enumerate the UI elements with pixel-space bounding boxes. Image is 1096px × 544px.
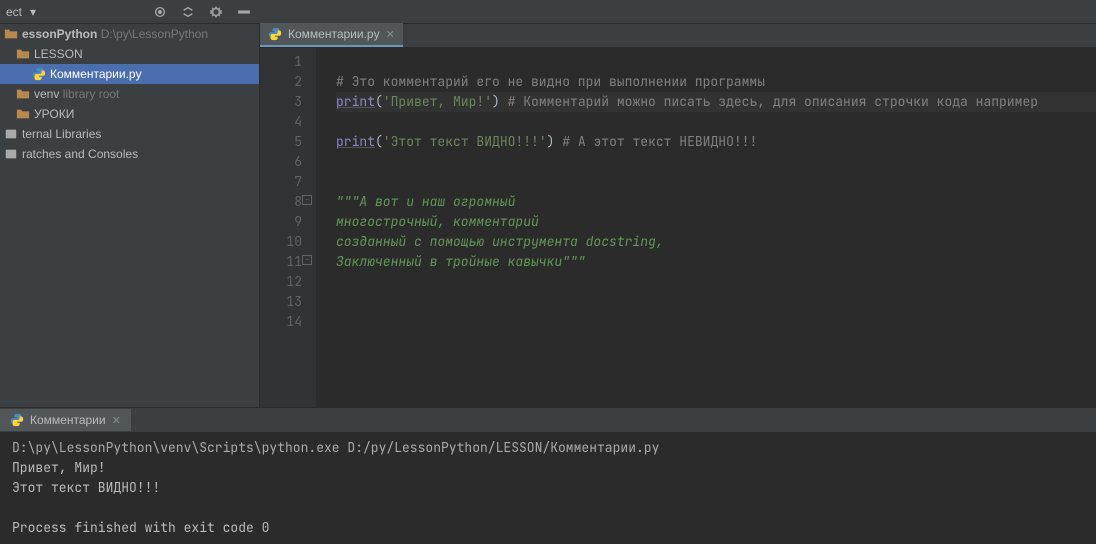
tree-item-label: Комментарии.py [50,67,142,81]
editor-tab-label: Комментарии.py [288,27,380,41]
gutter-line: 12 [260,272,302,292]
code-line[interactable]: созданный с помощью инструмента docstrin… [336,232,1096,252]
run-tabs: Комментарии ✕ [0,408,1096,432]
locate-icon[interactable] [150,2,170,22]
gutter-line: 9 [260,212,302,232]
gutter-line: 7 [260,172,302,192]
tree-item-label: LESSON [34,47,83,61]
tree-item[interactable]: Комментарии.py [0,64,259,84]
editor-area: Комментарии.py ✕ 12345678−91011−121314 #… [260,24,1096,407]
tree-item[interactable]: ratches and Consoles [0,144,259,164]
gutter-line: 13 [260,292,302,312]
editor-tab[interactable]: Комментарии.py ✕ [260,23,403,47]
code-line[interactable]: Заключенный в тройные кавычки""" [336,252,1096,272]
code-line[interactable] [336,172,1096,192]
tree-item[interactable]: LESSON [0,44,259,64]
gutter-line: 14 [260,312,302,332]
tree-item[interactable]: ternal Libraries [0,124,259,144]
close-icon[interactable]: ✕ [386,28,395,41]
gutter-line: 3 [260,92,302,112]
tree-root-name: essonPython [22,27,97,41]
code-line[interactable]: многострочный, комментарий [336,212,1096,232]
project-label: ect [6,5,22,19]
tree-item[interactable]: venv library root [0,84,259,104]
gutter-line: 2 [260,72,302,92]
code-line[interactable] [336,272,1096,292]
code-line[interactable] [336,52,1096,72]
dropdown-arrow-icon[interactable]: ▾ [30,5,36,19]
python-icon [10,413,24,427]
gutter-line: 4 [260,112,302,132]
gutter-line: 5 [260,132,302,152]
collapse-icon[interactable] [178,2,198,22]
fold-icon[interactable]: − [302,255,312,265]
gutter-line: 11− [260,252,302,272]
run-panel: Комментарии ✕ D:\py\LessonPython\venv\Sc… [0,407,1096,544]
code-line[interactable]: print('Привет, Мир!') # Комментарий можн… [336,92,1096,112]
tree-root[interactable]: essonPython D:\py\LessonPython [0,24,259,44]
python-icon [268,27,282,41]
gutter: 12345678−91011−121314 [260,48,316,407]
run-tab-label: Комментарии [30,413,106,427]
code-line[interactable] [336,312,1096,332]
lib-icon [4,127,18,141]
gear-icon[interactable] [206,2,226,22]
run-command: D:\py\LessonPython\venv\Scripts\python.e… [12,439,659,456]
code-line[interactable]: """А вот и наш огромный [336,192,1096,212]
run-line: Привет, Мир! [12,459,106,476]
folder-icon [16,47,30,61]
tree-item-label: УРОКИ [34,107,74,121]
hide-icon[interactable] [234,2,254,22]
code-lines[interactable]: # Это комментарий его не видно при выпол… [316,48,1096,407]
python-icon [32,67,46,81]
close-icon[interactable]: ✕ [112,414,121,427]
folder-icon [16,107,30,121]
folder-icon [4,27,18,41]
run-output[interactable]: D:\py\LessonPython\venv\Scripts\python.e… [0,432,1096,544]
code-line[interactable] [336,292,1096,312]
lib-icon [4,147,18,161]
gutter-line: 6 [260,152,302,172]
gutter-line: 10 [260,232,302,252]
folder-icon [16,87,30,101]
code-line[interactable]: # Это комментарий его не видно при выпол… [336,72,1096,92]
tree-item[interactable]: УРОКИ [0,104,259,124]
toolbar: ect ▾ [0,0,1096,24]
fold-icon[interactable]: − [302,195,312,205]
editor-tab-bar: Комментарии.py ✕ [260,24,1096,48]
tree-root-path: D:\py\LessonPython [101,27,208,41]
code-line[interactable] [336,152,1096,172]
run-exit: Process finished with exit code 0 [12,519,269,536]
code-line[interactable]: print('Этот текст ВИДНО!!!') # А этот те… [336,132,1096,152]
gutter-line: 1 [260,52,302,72]
code-line[interactable] [336,112,1096,132]
run-line: Этот текст ВИДНО!!! [12,479,160,496]
tree-item-label: ratches and Consoles [22,147,138,161]
tree-item-label: ternal Libraries [22,127,101,141]
code-editor[interactable]: 12345678−91011−121314 # Это комментарий … [260,48,1096,407]
tree-item-label: venv library root [34,87,119,101]
run-tab[interactable]: Комментарии ✕ [0,409,131,431]
project-tree[interactable]: essonPython D:\py\LessonPython LESSON Ком… [0,24,260,407]
gutter-line: 8− [260,192,302,212]
